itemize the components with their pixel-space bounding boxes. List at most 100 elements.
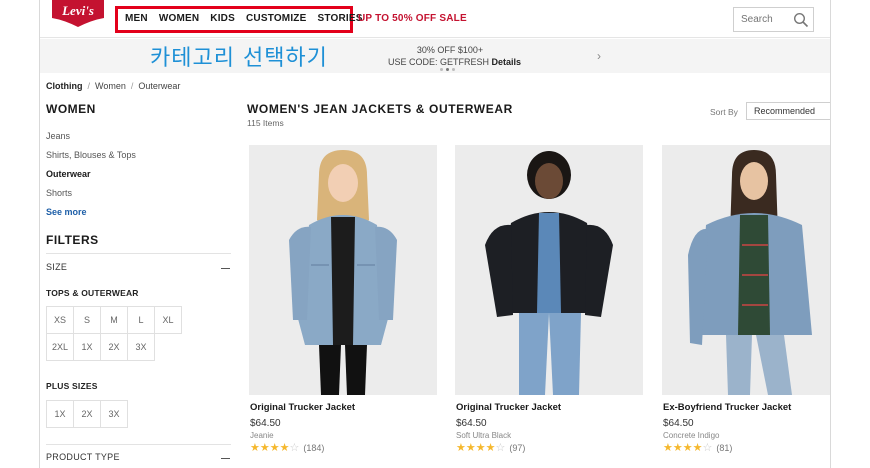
- product-rating[interactable]: ★ ★ ★ ★ ☆ (81): [663, 442, 732, 453]
- product-image[interactable]: [249, 145, 437, 395]
- product-variant: Soft Ultra Black: [456, 431, 512, 440]
- breadcrumb-outerwear[interactable]: Outerwear: [138, 81, 180, 91]
- star-filled-icon: ★: [475, 441, 486, 454]
- star-empty-icon: ☆: [495, 441, 506, 454]
- product-image[interactable]: [455, 145, 643, 395]
- star-empty-icon: ☆: [702, 441, 713, 454]
- collapse-minus-icon[interactable]: [221, 458, 230, 459]
- size-option-m[interactable]: M: [100, 306, 128, 334]
- star-filled-icon: ★: [269, 441, 280, 454]
- star-filled-icon: ★: [663, 441, 673, 454]
- listing-title: WOMEN'S JEAN JACKETS & OUTERWEAR: [247, 102, 513, 116]
- tops-size-grid: XS S M L XL 2XL 1X 2X 3X: [46, 306, 182, 361]
- promo-banner: 카테고리 선택하기 30% OFF $100+ USE CODE: GETFRE…: [40, 39, 830, 73]
- plus-size-option-3x[interactable]: 3X: [100, 400, 128, 428]
- tops-outerwear-label: TOPS & OUTERWEAR: [46, 288, 139, 298]
- size-filter-toggle[interactable]: SIZE: [46, 262, 67, 272]
- svg-text:Levi's: Levi's: [61, 3, 94, 18]
- promo-details-link[interactable]: Details: [492, 57, 522, 67]
- product-variant: Jeanie: [250, 431, 274, 440]
- product-price: $64.50: [250, 418, 281, 429]
- sidebar-item-jeans[interactable]: Jeans: [46, 131, 136, 150]
- review-count[interactable]: (97): [509, 443, 525, 453]
- sidebar-item-shorts[interactable]: Shorts: [46, 188, 136, 207]
- see-more-link[interactable]: See more: [46, 207, 87, 217]
- promo-offer: 30% OFF $100+: [416, 45, 484, 55]
- size-option-1x[interactable]: 1X: [73, 333, 101, 361]
- plus-size-option-2x[interactable]: 2X: [73, 400, 101, 428]
- star-filled-icon: ★: [682, 441, 693, 454]
- plus-size-option-1x[interactable]: 1X: [46, 400, 74, 428]
- item-count: 115 Items: [247, 118, 284, 128]
- search-input[interactable]: [741, 14, 789, 25]
- star-filled-icon: ★: [692, 441, 703, 454]
- product-price: $64.50: [456, 418, 487, 429]
- size-option-s[interactable]: S: [73, 306, 101, 334]
- size-option-2xl[interactable]: 2XL: [46, 333, 74, 361]
- star-filled-icon: ★: [259, 441, 270, 454]
- levis-logo[interactable]: Levi's: [50, 0, 106, 28]
- model-black-jacket-photo: [455, 145, 643, 395]
- search-box[interactable]: [733, 7, 814, 32]
- filter-divider: [46, 444, 231, 445]
- sort-dropdown[interactable]: Recommended: [746, 102, 830, 120]
- model-denim-jacket-photo: [249, 145, 437, 395]
- levis-page: Levi's MEN WOMEN KIDS CUSTOMIZE STORIES UP T…: [40, 0, 830, 468]
- promo-dot[interactable]: [440, 68, 443, 71]
- sale-link[interactable]: UP TO 50% OFF SALE: [358, 13, 467, 24]
- product-variant: Concrete Indigo: [663, 431, 720, 440]
- review-count[interactable]: (81): [716, 443, 732, 453]
- product-rating[interactable]: ★ ★ ★ ★ ☆ (184): [250, 442, 324, 453]
- star-filled-icon: ★: [456, 441, 466, 454]
- site-header: Levi's MEN WOMEN KIDS CUSTOMIZE STORIES UP T…: [40, 0, 830, 38]
- star-filled-icon: ★: [485, 441, 496, 454]
- product-name[interactable]: Original Trucker Jacket: [456, 402, 561, 413]
- size-option-xs[interactable]: XS: [46, 306, 74, 334]
- star-filled-icon: ★: [672, 441, 683, 454]
- product-image[interactable]: [662, 145, 830, 395]
- breadcrumb-separator: /: [87, 81, 91, 91]
- product-name[interactable]: Ex-Boyfriend Trucker Jacket: [663, 402, 791, 413]
- filters-title: FILTERS: [46, 233, 99, 247]
- promo-code: USE CODE: GETFRESH Details: [388, 57, 521, 67]
- review-count[interactable]: (184): [303, 443, 324, 453]
- nav-item-customize[interactable]: CUSTOMIZE: [246, 13, 307, 24]
- nav-item-stories[interactable]: STORIES: [318, 13, 363, 24]
- sidebar-item-outerwear[interactable]: Outerwear: [46, 169, 136, 188]
- nav-item-men[interactable]: MEN: [125, 13, 148, 24]
- category-links: Jeans Shirts, Blouses & Tops Outerwear S…: [46, 131, 136, 207]
- star-filled-icon: ★: [250, 441, 260, 454]
- breadcrumb-clothing[interactable]: Clothing: [46, 81, 83, 91]
- nav-item-women[interactable]: WOMEN: [159, 13, 199, 24]
- product-name[interactable]: Original Trucker Jacket: [250, 402, 355, 413]
- model-boyfriend-jacket-photo: [662, 145, 830, 395]
- promo-dot[interactable]: [452, 68, 455, 71]
- collapse-minus-icon[interactable]: [221, 268, 230, 269]
- search-icon[interactable]: [793, 12, 809, 28]
- promo-dots: [440, 68, 455, 71]
- main-nav: MEN WOMEN KIDS CUSTOMIZE STORIES: [125, 13, 374, 24]
- size-option-3x[interactable]: 3X: [127, 333, 155, 361]
- plus-sizes-label: PLUS SIZES: [46, 381, 98, 391]
- breadcrumb: Clothing / Women / Outerwear: [46, 81, 180, 91]
- product-card[interactable]: Original Trucker Jacket $64.50 Jeanie ★ ★…: [249, 145, 437, 465]
- nav-item-kids[interactable]: KIDS: [210, 13, 235, 24]
- product-rating[interactable]: ★ ★ ★ ★ ☆ (97): [456, 442, 525, 453]
- promo-code-text: USE CODE: GETFRESH: [388, 57, 490, 67]
- product-type-filter-toggle[interactable]: PRODUCT TYPE: [46, 452, 120, 462]
- promo-next-arrow-icon[interactable]: ›: [597, 49, 601, 63]
- breadcrumb-separator: /: [130, 81, 134, 91]
- size-option-2x[interactable]: 2X: [100, 333, 128, 361]
- breadcrumb-women[interactable]: Women: [95, 81, 126, 91]
- size-option-xl[interactable]: XL: [154, 306, 182, 334]
- product-card[interactable]: Original Trucker Jacket $64.50 Soft Ultr…: [455, 145, 643, 465]
- sidebar-item-shirts[interactable]: Shirts, Blouses & Tops: [46, 150, 136, 169]
- star-empty-icon: ☆: [289, 441, 300, 454]
- filter-divider: [46, 253, 231, 254]
- star-filled-icon: ★: [465, 441, 476, 454]
- promo-dot-active[interactable]: [446, 68, 449, 71]
- sort-label: Sort By: [710, 107, 738, 117]
- size-option-l[interactable]: L: [127, 306, 155, 334]
- product-card[interactable]: Ex-Boyfriend Trucker Jacket $64.50 Concr…: [662, 145, 830, 465]
- product-price: $64.50: [663, 418, 694, 429]
